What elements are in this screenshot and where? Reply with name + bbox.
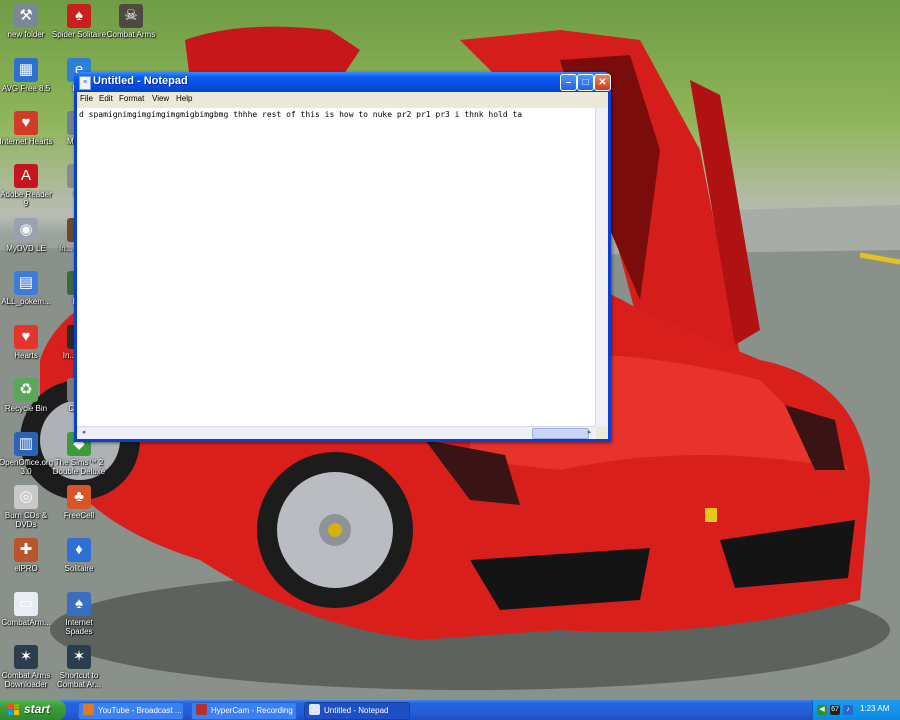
window-title: Untitled - Notepad	[93, 75, 188, 87]
taskbar-button[interactable]: Untitled - Notepad	[304, 702, 410, 720]
adobe-reader-icon: A	[14, 164, 38, 188]
freecell-icon: ♣	[67, 485, 91, 509]
desktop-shortcut-label: Burn CDs & DVDs	[4, 511, 48, 529]
notepad-title-bar[interactable]: ≡ Untitled - Notepad – □ ✕	[74, 72, 611, 92]
openoffice-icon: ▥	[14, 432, 38, 456]
desktop-shortcut-label: new folder	[7, 30, 45, 39]
desktop-shortcut[interactable]: ▤ ALL_pokem...	[0, 271, 54, 306]
recycle-bin-icon: ♻	[14, 378, 38, 402]
desktop-shortcut-label: Combat Arms Downloader	[1, 671, 51, 689]
desktop-shortcut[interactable]: ☠ Combat Arms	[103, 4, 159, 39]
avg-icon: ▦	[14, 58, 38, 82]
notepad-icon	[309, 704, 320, 715]
desktop-shortcut[interactable]: ▥ OpenOffice.org 3.0	[0, 432, 54, 476]
vertical-scrollbar[interactable]	[595, 108, 608, 427]
desktop-shortcut[interactable]: ✚ elPRO	[0, 538, 54, 573]
desktop-shortcut-label: CombatArm...	[1, 618, 51, 627]
desktop-shortcut-label: ALL_pokem...	[1, 297, 51, 306]
document-icon: ▤	[14, 271, 38, 295]
size-grip[interactable]	[596, 427, 608, 439]
wrench-folder-icon: ⚒	[14, 4, 38, 28]
desktop-shortcut-label: Recycle Bin	[4, 404, 48, 413]
elpro-icon: ✚	[14, 538, 38, 562]
desktop-shortcut[interactable]: ♠ Internet Spades	[51, 592, 107, 636]
menu-bar: File Edit Format View Help	[77, 92, 608, 108]
menu-edit[interactable]: Edit	[99, 94, 113, 103]
taskbar-button[interactable]: HyperCam - Recording	[191, 702, 297, 720]
downloader-icon: ✶	[14, 645, 38, 669]
burn-cd-icon: ◎	[14, 485, 38, 509]
taskbar-button-label: YouTube - Broadcast ...	[98, 706, 182, 715]
firefox-icon	[83, 704, 94, 715]
system-tray: ◀ 67 ♪ 1:23 AM	[812, 700, 900, 720]
desktop-shortcut[interactable]: ♦ Solitaire	[51, 538, 107, 573]
desktop-shortcut-label: Internet Hearts	[0, 137, 53, 146]
desktop-shortcut[interactable]: ▦ AVG Free 8.5	[0, 58, 54, 93]
internet-spades-icon: ♠	[67, 592, 91, 616]
desktop-shortcut-label: Combat Arms	[106, 30, 156, 39]
combat-arms-shortcut-icon: ✶	[67, 645, 91, 669]
minimize-button[interactable]: –	[560, 74, 577, 91]
clock[interactable]: 1:23 AM	[860, 704, 889, 713]
mydvd-icon: ◉	[14, 218, 38, 242]
hearts-icon: ♥	[14, 325, 38, 349]
menu-help[interactable]: Help	[176, 94, 192, 103]
antivirus-icon[interactable]: 67	[830, 705, 840, 715]
desktop-shortcut[interactable]: ⚒ new folder	[0, 4, 54, 39]
horizontal-scroll-thumb[interactable]	[532, 428, 589, 439]
speaker-icon[interactable]: ♪	[843, 705, 853, 715]
start-button[interactable]: start	[0, 700, 66, 720]
network-icon[interactable]: ◀	[817, 705, 827, 715]
desktop-shortcut[interactable]: ♻ Recycle Bin	[0, 378, 54, 413]
taskbar-button[interactable]: YouTube - Broadcast ...	[78, 702, 184, 720]
combat-arms-icon: ☠	[119, 4, 143, 28]
desktop-shortcut-label: Adobe Reader 9	[0, 190, 52, 208]
desktop-shortcut[interactable]: ♥ Hearts	[0, 325, 54, 360]
editor-text[interactable]: d spamignimgimgimgimgmigbimgbmg thhhe re…	[79, 109, 593, 120]
desktop-shortcut[interactable]: ♥ Internet Hearts	[0, 111, 54, 146]
desktop-shortcut-label: Internet Spades	[65, 618, 93, 636]
spider-solitaire-icon: ♠	[67, 4, 91, 28]
desktop-shortcut-label: elPRO	[14, 564, 38, 573]
desktop-shortcut-label: AVG Free 8.5	[1, 84, 51, 93]
start-label: start	[24, 702, 51, 716]
desktop-shortcut[interactable]: ✶ Combat Arms Downloader	[0, 645, 54, 689]
taskbar: start YouTube - Broadcast ... HyperCam - …	[0, 700, 900, 720]
desktop-shortcut[interactable]: ♠ Spider Solitaire	[51, 4, 107, 39]
desktop-shortcut-label: Shortcut to Combat Ar...	[56, 671, 102, 689]
desktop-shortcut[interactable]: ▭ CombatArm...	[0, 592, 54, 627]
notepad-icon: ≡	[79, 76, 91, 90]
menu-file[interactable]: File	[80, 94, 93, 103]
desktop-shortcut[interactable]: ◎ Burn CDs & DVDs	[0, 485, 54, 529]
window-icon: ▭	[14, 592, 38, 616]
hypercam-icon	[196, 704, 207, 715]
desktop-shortcut[interactable]: A Adobe Reader 9	[0, 164, 54, 208]
desktop-shortcut-label: Solitaire	[64, 564, 94, 573]
menu-format[interactable]: Format	[119, 94, 144, 103]
desktop-shortcut[interactable]: ♣ FreeCell	[51, 485, 107, 520]
desktop-shortcut-label: The Sims™ 2 Double Deluxe	[52, 458, 106, 476]
desktop-shortcut-label: FreeCell	[63, 511, 95, 520]
notepad-window[interactable]: ≡ Untitled - Notepad – □ ✕ File Edit For…	[74, 72, 611, 442]
taskbar-button-label: HyperCam - Recording	[211, 706, 293, 715]
desktop-shortcut-label: Hearts	[14, 351, 38, 360]
scroll-left-arrow-icon[interactable]: ◂	[78, 427, 89, 438]
windows-logo-icon	[8, 704, 20, 716]
close-button[interactable]: ✕	[594, 74, 611, 91]
taskbar-button-label: Untitled - Notepad	[324, 706, 389, 715]
desktop-shortcut[interactable]: ◉ MyDVD LE	[0, 218, 54, 253]
maximize-button[interactable]: □	[577, 74, 594, 91]
scroll-right-arrow-icon[interactable]: ▸	[584, 427, 595, 438]
solitaire-icon: ♦	[67, 538, 91, 562]
desktop-shortcut-label: OpenOffice.org 3.0	[0, 458, 54, 476]
desktop-shortcut-label: Spider Solitaire	[51, 30, 107, 39]
desktop-shortcut[interactable]: ✶ Shortcut to Combat Ar...	[51, 645, 107, 689]
horizontal-scrollbar[interactable]: ◂ ▸	[77, 426, 596, 439]
menu-view[interactable]: View	[152, 94, 169, 103]
text-editor-area[interactable]: d spamignimgimgimgimgmigbimgbmg thhhe re…	[77, 108, 608, 439]
desktop-shortcut-label: MyDVD LE	[6, 244, 46, 253]
internet-hearts-icon: ♥	[14, 111, 38, 135]
